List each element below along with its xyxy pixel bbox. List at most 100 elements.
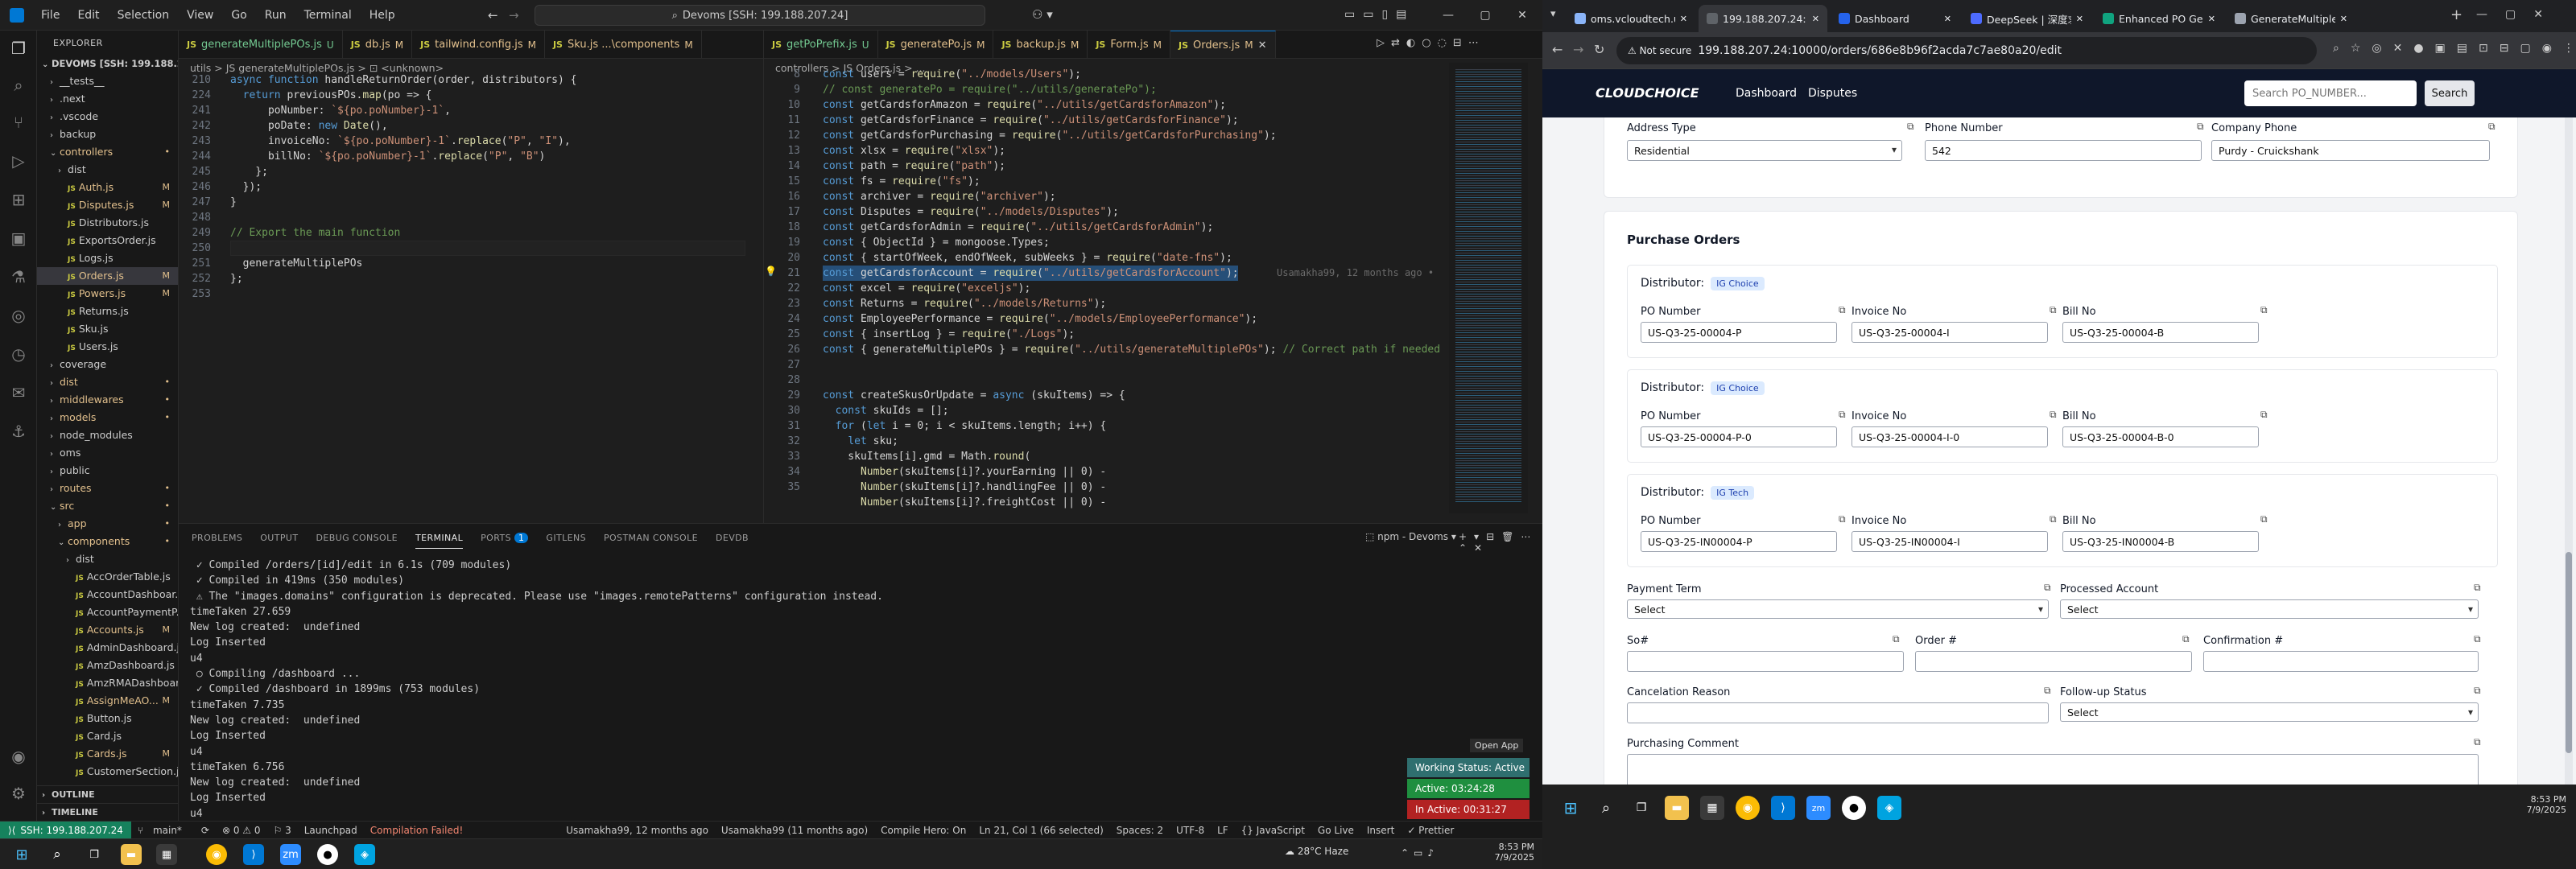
menu-item[interactable]: Help [361,9,404,22]
code-line[interactable]: poNumber: `${po.poNumber}-1`, [230,103,745,118]
copy-icon[interactable]: ⧉ [2050,409,2057,421]
source-control-icon[interactable]: ⑂ [7,111,30,134]
code-line[interactable]: const { generateMultiplePOs } = require(… [823,342,1451,357]
code-line[interactable] [230,210,745,225]
tree-item[interactable]: JS Logs.js [37,249,178,267]
search-icon[interactable]: ⌕ [1594,796,1618,820]
code-line[interactable]: invoiceNo: `${po.poNumber}-1`.replace("P… [230,134,745,149]
tree-item[interactable]: › routes • [37,480,178,497]
code-line[interactable]: const { ObjectId } = mongoose.Types; [823,235,1451,250]
payment-term-select[interactable]: Select [1627,599,2049,619]
code-line[interactable]: async function handleReturnOrder(order, … [230,72,745,88]
timeline-icon[interactable]: ◷ [7,343,30,365]
menu-item[interactable]: View [178,9,222,22]
cancelation-reason-input[interactable] [1627,702,2049,723]
tree-item[interactable]: JS AccountDashboar... [37,586,178,603]
panel-tab[interactable]: PROBLEMS [192,533,242,543]
code-line[interactable]: const xlsx = require("xlsx"); [823,143,1451,159]
tree-item[interactable]: › dist [37,550,178,568]
editor-tab[interactable]: JS getPoPrefix.js U [764,31,878,58]
code-line[interactable]: let sku; [823,434,1451,449]
search-icon[interactable]: ⌕ [7,74,30,97]
editor-tab[interactable]: JS Orders.js M ✕ [1170,31,1276,58]
tree-item[interactable]: JS Users.js [37,338,178,356]
run-debug-icon[interactable]: ▷ [7,150,30,172]
code-line[interactable]: const EmployeePerformance = require("../… [823,311,1451,327]
panel-tab[interactable]: DEVDB [716,533,749,543]
tree-item[interactable]: › dist • [37,373,178,391]
code-line[interactable]: const skuIds = []; [823,403,1451,418]
open-app-button[interactable]: Open App [1470,739,1524,752]
minimize-icon[interactable]: — [1430,0,1467,31]
extensions-icon[interactable]: ⊞ [7,188,30,211]
tree-item[interactable]: ⌄ controllers • [37,143,178,161]
bill-input[interactable]: US-Q3-25-IN00004-B [2062,531,2259,552]
app-icon[interactable]: ● [1842,796,1866,820]
code-line[interactable]: const Returns = require("../models/Retur… [823,296,1451,311]
code-line[interactable]: billNo: `${po.poNumber}-1`.replace("P", … [230,149,745,164]
not-secure-indicator[interactable]: ⚠ Not secure [1628,45,1691,56]
tree-item[interactable]: JS Cards.js M [37,745,178,763]
editor-tab[interactable]: JS Sku.js ...\components M [545,31,702,58]
tree-item[interactable]: ⌄ src • [37,497,178,515]
problems-indicator[interactable]: ⊗ 0 ⚠ 0 [222,825,261,836]
editor-tab[interactable]: JS generateMultiplePOs.js U [179,31,343,58]
tree-item[interactable]: JS AdminDashboard.js [37,639,178,657]
editor-tab[interactable]: JS backup.js M [993,31,1088,58]
panel-tab[interactable]: GITLENS [546,533,586,543]
tree-item[interactable]: › app • [37,515,178,533]
copy-icon[interactable]: ⧉ [2474,633,2481,645]
tree-item[interactable]: › oms [37,444,178,462]
cursor-position[interactable]: Ln 21, Col 1 (66 selected) [979,825,1103,836]
tree-item[interactable]: JS AccOrderTable.js [37,568,178,586]
so-input[interactable] [1627,651,1904,672]
prettier-status[interactable]: ✓ Prettier [1407,825,1454,836]
zoom-icon[interactable]: zm [1806,796,1831,820]
tree-item[interactable]: › public [37,462,178,480]
app-logo[interactable]: CLOUDCHOICE [1596,85,1699,101]
windows-start-icon[interactable]: ⊞ [11,844,32,865]
copy-icon[interactable]: ⧉ [2260,409,2268,421]
followup-status-select[interactable]: Select [2060,702,2479,722]
search-button[interactable]: Search [2425,80,2475,106]
copy-icon[interactable]: ⧉ [1839,304,1846,316]
code-line[interactable]: const createSkusOrUpdate = async (skuIte… [823,388,1451,403]
copy-icon[interactable]: ⧉ [2474,582,2481,594]
invoice-input[interactable]: US-Q3-25-00004-I-0 [1852,426,2048,447]
forward-icon[interactable]: → [1573,42,1583,57]
account-icon[interactable]: ◉ [7,745,30,768]
tree-item[interactable]: › middlewares • [37,391,178,409]
code-line[interactable]: return previousPOs.map(po => { [230,88,745,103]
close-icon[interactable]: ✕ [1680,14,1687,24]
menu-item[interactable]: Selection [109,9,179,22]
tree-item[interactable]: › models • [37,409,178,426]
editor-split-divider[interactable] [763,31,764,523]
copy-icon[interactable]: ⧉ [2474,736,2481,748]
code-line[interactable]: Number(skuItems[i]?.freightCost || 0) - [823,495,1451,510]
close-icon[interactable]: ✕ [1944,14,1951,24]
compile-hero-status[interactable]: Compile Hero: On [881,825,966,836]
company-phone-input[interactable]: Purdy - Cruickshank [2211,140,2490,161]
explorer-root[interactable]: ⌄DEVOMS [SSH: 199.188.20... [37,55,178,72]
tree-item[interactable]: JS Orders.js M [37,267,178,285]
panel-actions[interactable]: +▾⊟🗑⋯⌃✕ [1459,531,1542,554]
tree-item[interactable]: JS Disputes.js M [37,196,178,214]
gitlens-icon[interactable]: ◎ [7,304,30,327]
weather-widget[interactable]: ☁ 28°C Haze [1285,846,1348,857]
copy-icon[interactable]: ⧉ [1907,121,1914,133]
vscode-taskbar-icon[interactable]: ⟩ [243,844,264,865]
menu-item[interactable]: Run [256,9,295,22]
tree-item[interactable]: › .next [37,90,178,108]
branch-indicator[interactable]: ⑂ main* [138,825,188,836]
tree-item[interactable]: JS AccountPaymentP... [37,603,178,621]
extension-icons[interactable]: ⌕☆◎✕●▣▤⊡⊟▢◉⋮ [2333,42,2576,55]
lightbulb-icon[interactable]: 💡 [765,266,777,277]
menu-item[interactable]: Terminal [295,9,361,22]
copy-icon[interactable]: ⧉ [2050,513,2057,525]
indentation[interactable]: Spaces: 2 [1117,825,1163,836]
code-line[interactable]: }; [230,164,745,179]
nav-dashboard[interactable]: Dashboard [1736,87,1797,100]
reload-icon[interactable]: ↻ [1594,42,1604,57]
copy-icon[interactable]: ⧉ [2260,304,2268,316]
copy-icon[interactable]: ⧉ [2044,685,2051,697]
